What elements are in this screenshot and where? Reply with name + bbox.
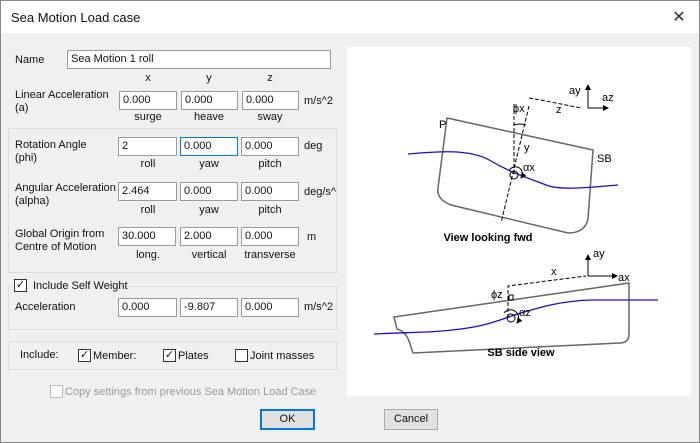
axis-z-label: z bbox=[267, 72, 273, 84]
az-label: az bbox=[602, 92, 614, 104]
name-input[interactable]: Sea Motion 1 roll bbox=[67, 50, 331, 69]
sub-label: surge bbox=[134, 111, 162, 123]
linear-surge-input[interactable]: 0.000 bbox=[119, 91, 177, 110]
ax-label: ax bbox=[618, 272, 630, 284]
wave-line bbox=[373, 299, 658, 335]
ok-button[interactable]: OK bbox=[260, 409, 315, 430]
alpha-x-label: αx bbox=[523, 162, 535, 174]
window-title: Sea Motion Load case bbox=[11, 10, 141, 25]
members-label: Member: bbox=[93, 350, 137, 362]
ay-label: ay bbox=[593, 248, 605, 260]
side-view-caption: SB side view bbox=[487, 347, 555, 359]
angular-roll-input[interactable]: 2.464 bbox=[118, 182, 177, 201]
sub-label: yaw bbox=[199, 158, 219, 170]
origin-long-input[interactable]: 30.000 bbox=[118, 227, 176, 246]
rotation-pitch-input[interactable]: 0.000 bbox=[241, 137, 299, 156]
sea-motion-dialog: Sea Motion Load case ✕ Name Sea Motion 1… bbox=[0, 0, 700, 443]
self-weight-checkbox-row[interactable]: ✓ Include Self Weight bbox=[13, 279, 128, 293]
x-label: x bbox=[551, 266, 557, 278]
rotation-unit: deg bbox=[304, 140, 323, 152]
alpha-z-label: αz bbox=[519, 307, 531, 319]
angular-unit: deg/s^ bbox=[304, 186, 337, 198]
sub-label: roll bbox=[140, 204, 156, 216]
origin-unit: m bbox=[307, 231, 317, 243]
self-weight-label: Include Self Weight bbox=[33, 280, 128, 292]
self-weight-unit: m/s^2 bbox=[304, 301, 333, 313]
title-bar: Sea Motion Load case ✕ bbox=[1, 1, 699, 33]
sub-label: vertical bbox=[191, 249, 227, 261]
linear-accel-label: Linear Acceleration (a) bbox=[15, 89, 109, 114]
port-label: P bbox=[439, 119, 446, 131]
axis-y-label: y bbox=[206, 72, 212, 84]
origin-vertical-input[interactable]: 2.000 bbox=[180, 227, 238, 246]
linear-heave-input[interactable]: 0.000 bbox=[181, 91, 238, 110]
angular-yaw-input[interactable]: 0.000 bbox=[180, 182, 238, 201]
starboard-label: SB bbox=[597, 153, 612, 165]
joint-masses-label: Joint masses bbox=[250, 350, 315, 362]
name-label: Name bbox=[15, 54, 45, 66]
sub-label: heave bbox=[194, 111, 224, 123]
y-label: y bbox=[524, 142, 530, 154]
ay-label: ay bbox=[569, 85, 581, 97]
view-fwd-caption: View looking fwd bbox=[443, 232, 532, 244]
sub-label: pitch bbox=[258, 158, 282, 170]
self-weight-z-input[interactable]: 0.000 bbox=[241, 298, 299, 317]
rotation-roll-input[interactable]: 2 bbox=[118, 137, 177, 156]
rotation-angle-label: Rotation Angle (phi) bbox=[15, 139, 87, 164]
origin-transverse-input[interactable]: 0.000 bbox=[241, 227, 299, 246]
sub-label: long. bbox=[136, 249, 160, 261]
z-dashed-line bbox=[528, 97, 582, 109]
diagram-panel: P SB ϕx y z αx ay az View looking fwd ϕz… bbox=[347, 47, 691, 396]
close-icon[interactable]: ✕ bbox=[669, 7, 689, 27]
acceleration-label: Acceleration bbox=[15, 301, 76, 313]
angular-pitch-input[interactable]: 0.000 bbox=[241, 182, 299, 201]
sub-label: yaw bbox=[199, 204, 219, 216]
include-label: Include: bbox=[20, 349, 59, 361]
sub-label: pitch bbox=[258, 204, 282, 216]
plates-label: Plates bbox=[178, 350, 209, 362]
self-weight-checkbox[interactable]: ✓ bbox=[14, 279, 27, 292]
self-weight-x-input[interactable]: 0.000 bbox=[118, 298, 177, 317]
copy-settings-label: Copy settings from previous Sea Motion L… bbox=[65, 386, 317, 398]
sea-motion-diagram: P SB ϕx y z αx ay az View looking fwd ϕz… bbox=[373, 84, 658, 359]
copy-settings-checkbox[interactable] bbox=[50, 385, 63, 398]
hull-side-outline bbox=[393, 282, 630, 354]
plates-checkbox[interactable]: ✓ bbox=[163, 349, 176, 362]
sub-label: transverse bbox=[244, 249, 296, 261]
z-label: z bbox=[556, 104, 562, 116]
self-weight-y-input[interactable]: -9.807 bbox=[180, 298, 238, 317]
hull-section-outline bbox=[437, 117, 594, 234]
joint-masses-checkbox[interactable] bbox=[235, 349, 248, 362]
axis-x-label: x bbox=[145, 72, 151, 84]
cancel-button[interactable]: Cancel bbox=[384, 409, 438, 430]
global-origin-label: Global Origin from Centre of Motion bbox=[15, 228, 105, 253]
phi-z-label: ϕz bbox=[491, 289, 503, 301]
wave-line bbox=[407, 151, 619, 189]
members-checkbox[interactable]: ✓ bbox=[78, 349, 91, 362]
rotation-yaw-input[interactable]: 0.000 bbox=[180, 137, 238, 156]
angular-accel-label: Angular Acceleration (alpha) bbox=[15, 182, 116, 207]
phi-x-label: ϕx bbox=[513, 103, 525, 115]
linear-sway-input[interactable]: 0.000 bbox=[242, 91, 299, 110]
linear-unit: m/s^2 bbox=[304, 95, 333, 107]
sub-label: roll bbox=[140, 158, 156, 170]
sub-label: sway bbox=[257, 111, 283, 123]
